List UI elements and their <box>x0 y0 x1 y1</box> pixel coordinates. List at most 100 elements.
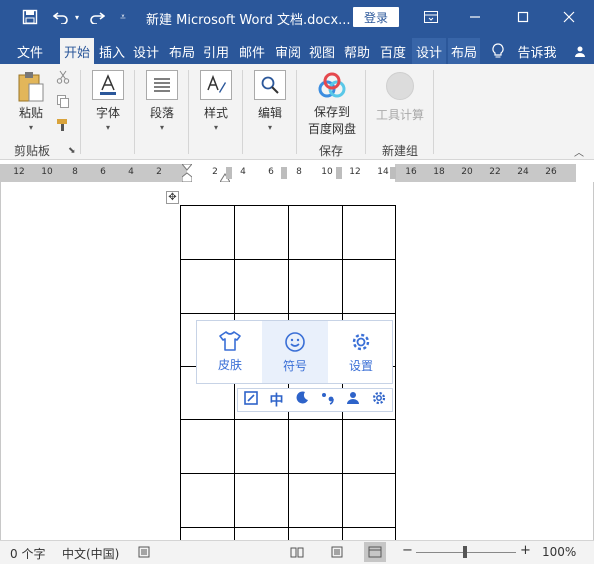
tab-file[interactable]: 文件 <box>10 38 50 64</box>
styles-dropdown-icon[interactable]: ▾ <box>214 123 218 132</box>
ime-toolbar: 中 <box>237 388 393 412</box>
column-marker[interactable] <box>336 167 342 179</box>
ruler-number: 8 <box>72 167 78 177</box>
ribbon-display-options-icon[interactable] <box>420 0 442 34</box>
moon-icon[interactable] <box>295 391 309 409</box>
accessibility-icon[interactable] <box>138 546 150 561</box>
minimize-icon[interactable] <box>464 0 486 34</box>
editing-label: 编辑 <box>257 106 282 120</box>
tab-insert[interactable]: 插入 <box>96 38 128 64</box>
settings-icon[interactable] <box>372 391 386 409</box>
word-count[interactable]: 0 个字 <box>10 545 45 562</box>
styles-button[interactable]: 样式 ▾ <box>199 70 233 132</box>
ime-chinese-mode-toggle[interactable]: 中 <box>269 390 283 410</box>
search-icon <box>254 70 286 100</box>
ime-settings-label: 设置 <box>348 358 373 373</box>
clipboard-group-label: 剪贴板 <box>14 144 51 158</box>
undo-dropdown-icon[interactable]: ▾ <box>72 0 82 34</box>
paragraph-icon <box>146 70 178 100</box>
paste-button[interactable]: 粘贴 ▾ <box>12 70 50 132</box>
collapse-ribbon-icon[interactable]: ︿ <box>574 144 584 159</box>
ruler-number: 4 <box>128 167 134 177</box>
tab-help[interactable]: 帮助 <box>341 38 373 64</box>
ime-skin-button[interactable]: 皮肤 <box>197 321 263 383</box>
close-icon[interactable] <box>558 0 580 34</box>
tool-calc-button[interactable]: 工具计算 <box>374 72 426 123</box>
lightbulb-icon[interactable] <box>488 38 508 64</box>
zoom-slider-thumb[interactable] <box>463 546 467 558</box>
dialog-launcher-icon[interactable]: ⬊ <box>68 146 76 156</box>
ruler-number: 12 <box>349 167 361 177</box>
ruler-number: 6 <box>268 167 274 177</box>
tab-view[interactable]: 视图 <box>306 38 338 64</box>
styles-label: 样式 <box>203 106 228 120</box>
customize-quick-access-icon[interactable]: ⩡ <box>116 0 130 34</box>
login-button[interactable]: 登录 <box>353 7 399 27</box>
table-move-handle-icon[interactable]: ✥ <box>166 191 179 204</box>
group-separator <box>188 70 189 154</box>
tell-me-search[interactable]: 告诉我 <box>514 38 560 64</box>
ruler-number: 14 <box>377 167 389 177</box>
ruler-number: 10 <box>41 167 53 177</box>
tab-design[interactable]: 设计 <box>130 38 162 64</box>
ime-symbol-button[interactable]: 符号 <box>262 321 328 383</box>
punctuation-icon[interactable] <box>321 391 335 409</box>
font-color-icon <box>92 70 124 100</box>
paragraph-label: 段落 <box>149 106 174 120</box>
ruler-number: 18 <box>433 167 445 177</box>
zoom-in-button[interactable]: + <box>520 543 531 558</box>
tab-mailings[interactable]: 邮件 <box>236 38 268 64</box>
ime-settings-button[interactable]: 设置 <box>328 321 394 383</box>
editing-dropdown-icon[interactable]: ▾ <box>268 123 272 132</box>
column-marker[interactable] <box>390 167 396 179</box>
undo-icon[interactable] <box>50 0 72 34</box>
document-title: 新建 Microsoft Word 文档.docx... <box>146 13 351 28</box>
group-separator <box>433 70 434 154</box>
paste-dropdown-icon[interactable]: ▾ <box>29 123 33 132</box>
maximize-icon[interactable] <box>512 0 534 34</box>
share-icon[interactable] <box>572 38 588 64</box>
ruler-number: 10 <box>321 167 333 177</box>
new-group-label: 新建组 <box>382 144 419 158</box>
font-dropdown-icon[interactable]: ▾ <box>106 123 110 132</box>
clipboard-icon <box>18 72 44 102</box>
save-to-baidu-button[interactable]: 保存到 百度网盘 <box>304 72 360 137</box>
redo-icon[interactable] <box>86 0 108 34</box>
column-marker[interactable] <box>281 167 287 179</box>
save-icon[interactable] <box>18 0 42 34</box>
ruler-number: 22 <box>489 167 501 177</box>
tab-table-layout[interactable]: 布局 <box>448 38 480 64</box>
user-icon[interactable] <box>346 391 360 409</box>
gear-icon <box>352 333 370 350</box>
paragraph-dropdown-icon[interactable]: ▾ <box>160 123 164 132</box>
language-indicator[interactable]: 中文(中国) <box>62 545 119 562</box>
tab-review[interactable]: 审阅 <box>272 38 304 64</box>
zoom-level[interactable]: 100% <box>542 545 576 559</box>
group-separator <box>296 70 297 154</box>
format-painter-icon[interactable] <box>56 118 70 132</box>
paste-label: 粘贴 <box>18 106 43 120</box>
tab-layout[interactable]: 布局 <box>166 38 198 64</box>
editing-button[interactable]: 编辑 ▾ <box>253 70 287 132</box>
copy-icon[interactable] <box>56 94 70 108</box>
tool-calc-icon <box>386 72 414 100</box>
tab-references[interactable]: 引用 <box>200 38 232 64</box>
paragraph-button[interactable]: 段落 ▾ <box>145 70 179 132</box>
print-layout-icon[interactable] <box>330 546 344 561</box>
smiley-icon <box>285 331 305 352</box>
column-marker[interactable] <box>226 167 232 179</box>
tab-home[interactable]: 开始 <box>60 38 94 64</box>
ime-toolbar-skin-icon[interactable] <box>244 391 258 409</box>
group-separator <box>242 70 243 154</box>
shirt-icon <box>219 331 241 351</box>
font-button[interactable]: 字体 ▾ <box>91 70 125 132</box>
tab-table-design[interactable]: 设计 <box>412 38 446 64</box>
zoom-out-button[interactable]: − <box>402 543 413 558</box>
horizontal-ruler[interactable]: 12 10 8 6 4 2 2 4 6 8 10 12 14 16 18 20 … <box>0 163 576 183</box>
cut-icon[interactable] <box>56 70 70 84</box>
read-mode-icon[interactable] <box>290 546 304 561</box>
indent-marker-icon[interactable] <box>180 163 194 183</box>
web-layout-icon[interactable] <box>364 542 386 562</box>
ruler-number: 24 <box>517 167 529 177</box>
tab-baidu[interactable]: 百度 <box>376 38 410 64</box>
